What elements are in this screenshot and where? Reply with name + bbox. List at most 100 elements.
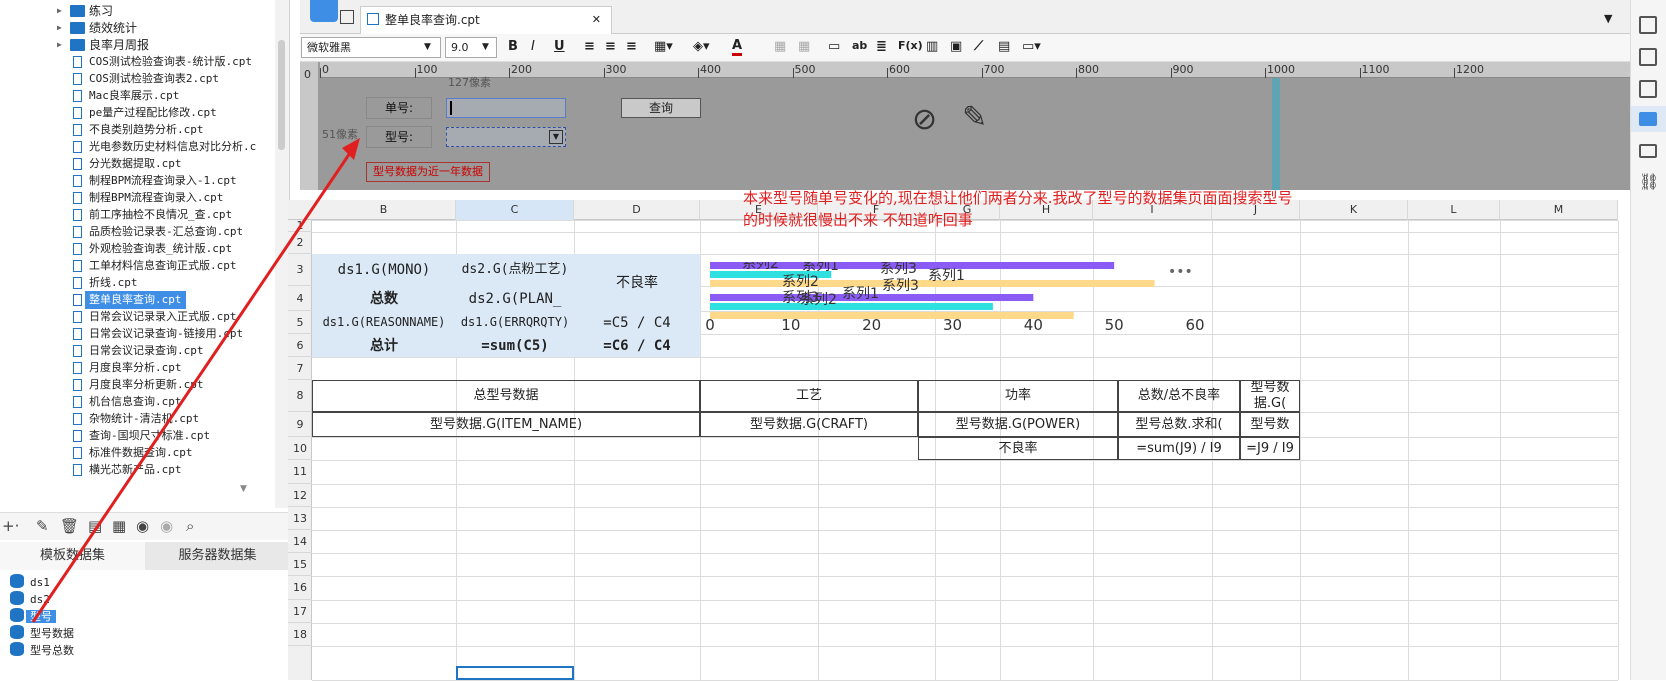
cell-reject-label[interactable]: 不良率: [918, 437, 1118, 460]
subreport-icon[interactable]: ▤: [998, 39, 1010, 54]
row-header-cell[interactable]: 9: [288, 412, 312, 437]
tree-scroll-thumb[interactable]: [278, 40, 285, 150]
tree-file[interactable]: 外观检验查询表_统计版.cpt: [0, 240, 276, 258]
chart-icon[interactable]: ▥: [926, 39, 938, 54]
link-icon[interactable]: ⛓: [1639, 172, 1659, 191]
cell-reject-sum[interactable]: =sum(J9) / I9: [1118, 437, 1240, 460]
tree-file[interactable]: pe量产过程配比修改.cpt: [0, 104, 276, 122]
tree-file[interactable]: 查询-国坝尺寸标准.cpt: [0, 427, 276, 445]
font-color-icon[interactable]: A: [732, 39, 743, 56]
underline-icon[interactable]: U: [554, 39, 565, 54]
tree-file[interactable]: 折线.cpt: [0, 274, 276, 292]
order-no-input[interactable]: [446, 98, 566, 118]
cell-item-name[interactable]: 型号数据.G(ITEM_NAME): [312, 412, 700, 437]
row-header-cell[interactable]: 13: [288, 507, 312, 530]
row-header-cell[interactable]: 3: [288, 254, 312, 286]
tree-file[interactable]: 整单良率查询.cpt: [0, 291, 276, 309]
search-icon[interactable]: ⌕: [186, 517, 194, 535]
dataset-item[interactable]: ds1: [10, 574, 50, 592]
tree-file[interactable]: 日常会议记录查询-链接用.cpt: [0, 325, 276, 343]
image-icon[interactable]: ▣: [950, 39, 962, 54]
column-header-cell[interactable]: D: [574, 200, 700, 220]
row-header-cell[interactable]: 6: [288, 334, 312, 357]
more-icon[interactable]: •••: [1168, 264, 1193, 280]
align-right-icon[interactable]: ≡: [626, 39, 637, 54]
cell-b6[interactable]: 总计: [312, 334, 456, 357]
row-header-cell[interactable]: 15: [288, 553, 312, 576]
tree-folder[interactable]: ▶ 练习: [0, 2, 276, 20]
cell-b5[interactable]: ds1.G(REASONNAME): [312, 311, 456, 334]
cell-craft[interactable]: 型号数据.G(CRAFT): [700, 412, 918, 437]
selected-cell[interactable]: [456, 666, 574, 680]
header-model-data[interactable]: 型号数据.G(: [1240, 380, 1300, 412]
cell-c5[interactable]: ds1.G(ERRQRQTY): [456, 311, 574, 334]
dataset-preview-icon[interactable]: ▦: [112, 517, 126, 535]
chevron-right-icon[interactable]: ▶: [57, 2, 62, 20]
add-icon[interactable]: +·: [2, 517, 19, 535]
align-center-icon[interactable]: ≡: [605, 39, 616, 54]
tree-file[interactable]: Mac良率展示.cpt: [0, 87, 276, 105]
cell-d5[interactable]: =C5 / C4: [574, 311, 700, 334]
bold-icon[interactable]: B: [508, 39, 518, 54]
header-total-model[interactable]: 总型号数据: [312, 380, 700, 412]
dropdown-icon[interactable]: ▼: [549, 130, 563, 144]
tree-file[interactable]: 制程BPM流程查询录入.cpt: [0, 189, 276, 207]
column-header-cell[interactable]: L: [1408, 200, 1500, 220]
more-icon[interactable]: ▭▾: [1022, 39, 1041, 54]
column-header-cell[interactable]: B: [312, 200, 456, 220]
delete-icon[interactable]: 🗑: [60, 517, 79, 535]
row-header-cell[interactable]: 2: [288, 232, 312, 254]
cell-model-count[interactable]: 型号数: [1240, 412, 1300, 437]
column-header-cell[interactable]: K: [1300, 200, 1408, 220]
font-family-select[interactable]: 微软雅黑: [301, 37, 441, 58]
model-combo[interactable]: ▼: [446, 127, 566, 147]
preview-icon[interactable]: ▤: [88, 517, 102, 535]
tree-file[interactable]: 光电参数历史材料信息对比分析.c: [0, 138, 276, 156]
dataset-item[interactable]: 型号数据: [10, 625, 74, 643]
database-icon[interactable]: ◉: [136, 517, 149, 535]
query-button[interactable]: 查询: [621, 98, 701, 118]
tree-file[interactable]: 日常会议记录查询.cpt: [0, 342, 276, 360]
italic-icon[interactable]: I: [531, 39, 535, 54]
tree-file[interactable]: 日常会议记录录入正式版.cpt: [0, 308, 276, 326]
cell-c6[interactable]: =sum(C5): [456, 334, 574, 357]
collapse-icon[interactable]: ▼: [1604, 12, 1612, 25]
cell-attr-icon[interactable]: [1639, 16, 1657, 34]
tree-file[interactable]: 制程BPM流程查询录入-1.cpt: [0, 172, 276, 190]
row-header-cell[interactable]: 8: [288, 380, 312, 412]
file-tree[interactable]: ▶ 练习 ▶ 绩效统计 ▶ 良率月周报 COS测试检验查询表-统计版.cpt COS测试检验查…: [0, 0, 276, 508]
grid-view-icon[interactable]: [340, 10, 354, 24]
tree-file[interactable]: 工单材料信息查询正式版.cpt: [0, 257, 276, 275]
cell-c4[interactable]: ds2.G(PLAN_: [456, 286, 574, 311]
bar-chart[interactable]: 系列2 系列1 系列3 系列1系列2 系列3系列3系列2 系列10 10 20 30 40 50 60…: [700, 262, 1240, 358]
column-header-cell[interactable]: C: [456, 200, 574, 220]
row-header-cell[interactable]: 12: [288, 484, 312, 507]
tree-file[interactable]: 品质检验记录表-汇总查询.cpt: [0, 223, 276, 241]
tree-file[interactable]: 不良类别趋势分析.cpt: [0, 121, 276, 139]
row-header-cell[interactable]: 11: [288, 460, 312, 484]
bar-系列2-1[interactable]: [710, 303, 993, 310]
tree-file[interactable]: 杂物统计-清洁机.cpt: [0, 410, 276, 428]
tree-folder[interactable]: ▶ 良率月周报: [0, 36, 276, 54]
tree-file[interactable]: 机台信息查询.cpt: [0, 393, 276, 411]
font-size-select[interactable]: 9.0: [445, 37, 497, 58]
edit-icon[interactable]: ✎: [36, 517, 49, 535]
editor-tab[interactable]: 整单良率查询.cpt ✕: [360, 6, 612, 34]
tree-file[interactable]: 标准件数据查询.cpt: [0, 444, 276, 462]
cell-d6[interactable]: =C6 / C4: [574, 334, 700, 357]
header-total-rate[interactable]: 总数/总不良率: [1118, 380, 1240, 412]
dataset-item[interactable]: ds2: [10, 591, 50, 609]
chevron-right-icon[interactable]: ▶: [57, 36, 62, 54]
row-header-cell[interactable]: 7: [288, 357, 312, 380]
cell-c3[interactable]: ds2.G(点粉工艺): [456, 254, 574, 286]
tree-file[interactable]: COS测试检验查询表2.cpt: [0, 70, 276, 88]
cell-d34[interactable]: 不良率: [574, 254, 700, 311]
header-craft[interactable]: 工艺: [700, 380, 918, 412]
scroll-down-icon[interactable]: ▼: [240, 484, 247, 494]
float-element-icon[interactable]: [1639, 48, 1657, 66]
row-header-cell[interactable]: 4: [288, 286, 312, 311]
paragraph-icon[interactable]: ≣: [876, 39, 887, 54]
bar-系列3-1[interactable]: [710, 312, 1074, 319]
cell-b3[interactable]: ds1.G(MONO): [312, 254, 456, 286]
widget-icon[interactable]: [1639, 80, 1657, 98]
